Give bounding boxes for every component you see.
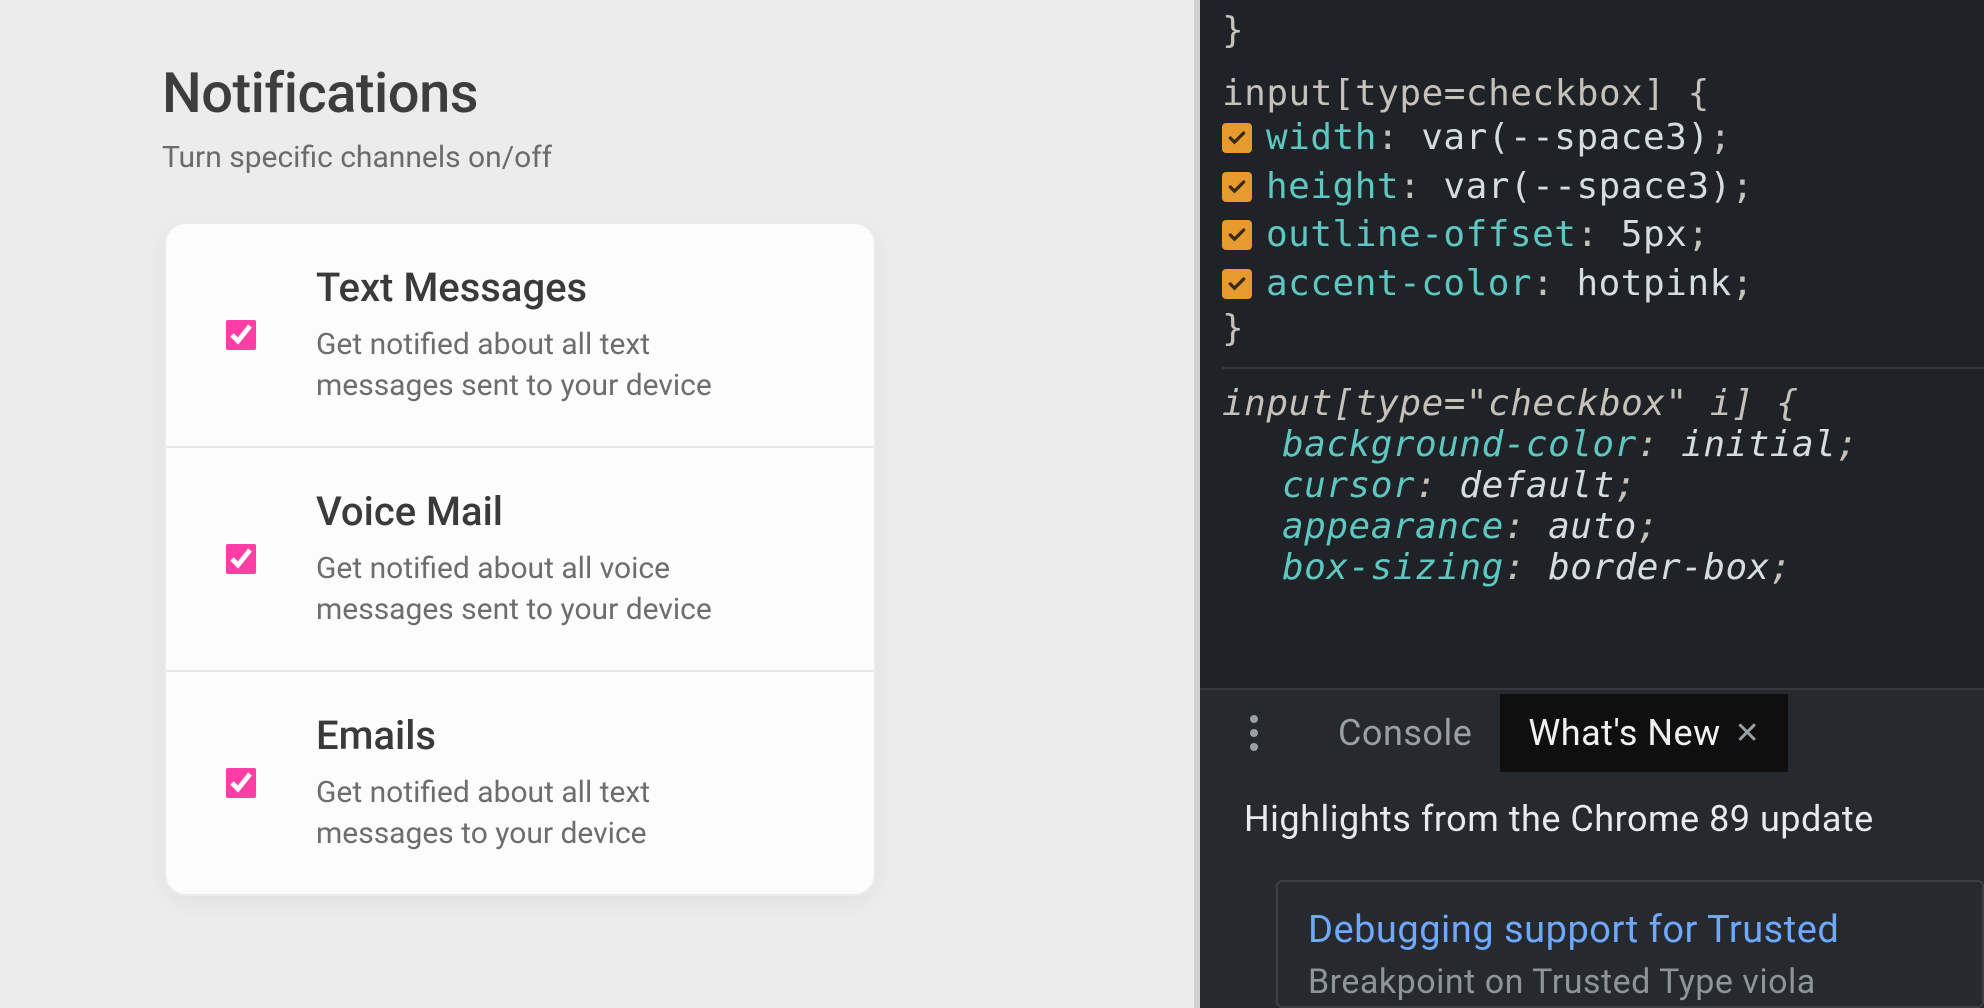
- drawer-body: Highlights from the Chrome 89 update Deb…: [1200, 776, 1984, 1008]
- toggle-declaration-icon[interactable]: [1222, 172, 1252, 202]
- styles-panel[interactable]: } input[type=checkbox] { width: var(--sp…: [1200, 0, 1984, 588]
- toggle-declaration-icon[interactable]: [1222, 123, 1252, 153]
- notifications-header: Notifications Turn specific channels on/…: [162, 60, 552, 175]
- option-title: Text Messages: [316, 264, 834, 311]
- devtools-drawer: Console What's New ✕ Highlights from the…: [1200, 688, 1984, 1008]
- drawer-tabstrip: Console What's New ✕: [1200, 690, 1984, 776]
- whats-new-card[interactable]: Debugging support for Trusted Breakpoint…: [1276, 880, 1984, 1008]
- user-agent-rule[interactable]: input[type="checkbox" i] { background-co…: [1222, 367, 1984, 588]
- toggle-declaration-icon[interactable]: [1222, 220, 1252, 250]
- css-declaration[interactable]: width: var(--space3);: [1222, 114, 1984, 163]
- page-title: Notifications: [162, 60, 552, 126]
- toggle-declaration-icon[interactable]: [1222, 269, 1252, 299]
- option-desc: Get notified about all voice messages se…: [316, 549, 746, 630]
- checkbox-voice-mail[interactable]: [226, 544, 256, 574]
- close-icon[interactable]: ✕: [1735, 716, 1761, 751]
- css-brace: }: [1222, 308, 1244, 349]
- css-brace: }: [1222, 10, 1244, 51]
- css-declaration[interactable]: height: var(--space3);: [1222, 163, 1984, 212]
- devtools-pane: } input[type=checkbox] { width: var(--sp…: [1200, 0, 1984, 1008]
- option-emails: Emails Get notified about all text messa…: [166, 672, 874, 894]
- css-declaration[interactable]: outline-offset: 5px;: [1222, 211, 1984, 260]
- option-title: Voice Mail: [316, 488, 834, 535]
- option-voice-mail: Voice Mail Get notified about all voice …: [166, 448, 874, 672]
- css-selector-line[interactable]: input[type=checkbox] {: [1222, 73, 1984, 114]
- whats-new-headline: Highlights from the Chrome 89 update: [1244, 798, 1984, 840]
- notifications-card: Text Messages Get notified about all tex…: [164, 222, 876, 896]
- checkbox-emails[interactable]: [226, 768, 256, 798]
- drawer-menu-icon[interactable]: [1240, 715, 1268, 751]
- checkbox-text-messages[interactable]: [226, 320, 256, 350]
- option-desc: Get notified about all text messages sen…: [316, 325, 746, 406]
- tab-console[interactable]: Console: [1310, 694, 1500, 772]
- option-title: Emails: [316, 712, 834, 759]
- option-desc: Get notified about all text messages to …: [316, 773, 746, 854]
- tab-whats-new[interactable]: What's New ✕: [1500, 694, 1788, 772]
- css-declaration[interactable]: accent-color: hotpink;: [1222, 260, 1984, 309]
- news-subtitle: Breakpoint on Trusted Type viola: [1308, 962, 1952, 1002]
- option-text-messages: Text Messages Get notified about all tex…: [166, 224, 874, 448]
- news-title[interactable]: Debugging support for Trusted: [1308, 908, 1952, 952]
- preview-pane: Notifications Turn specific channels on/…: [0, 0, 1200, 1008]
- page-subtitle: Turn specific channels on/off: [162, 140, 552, 175]
